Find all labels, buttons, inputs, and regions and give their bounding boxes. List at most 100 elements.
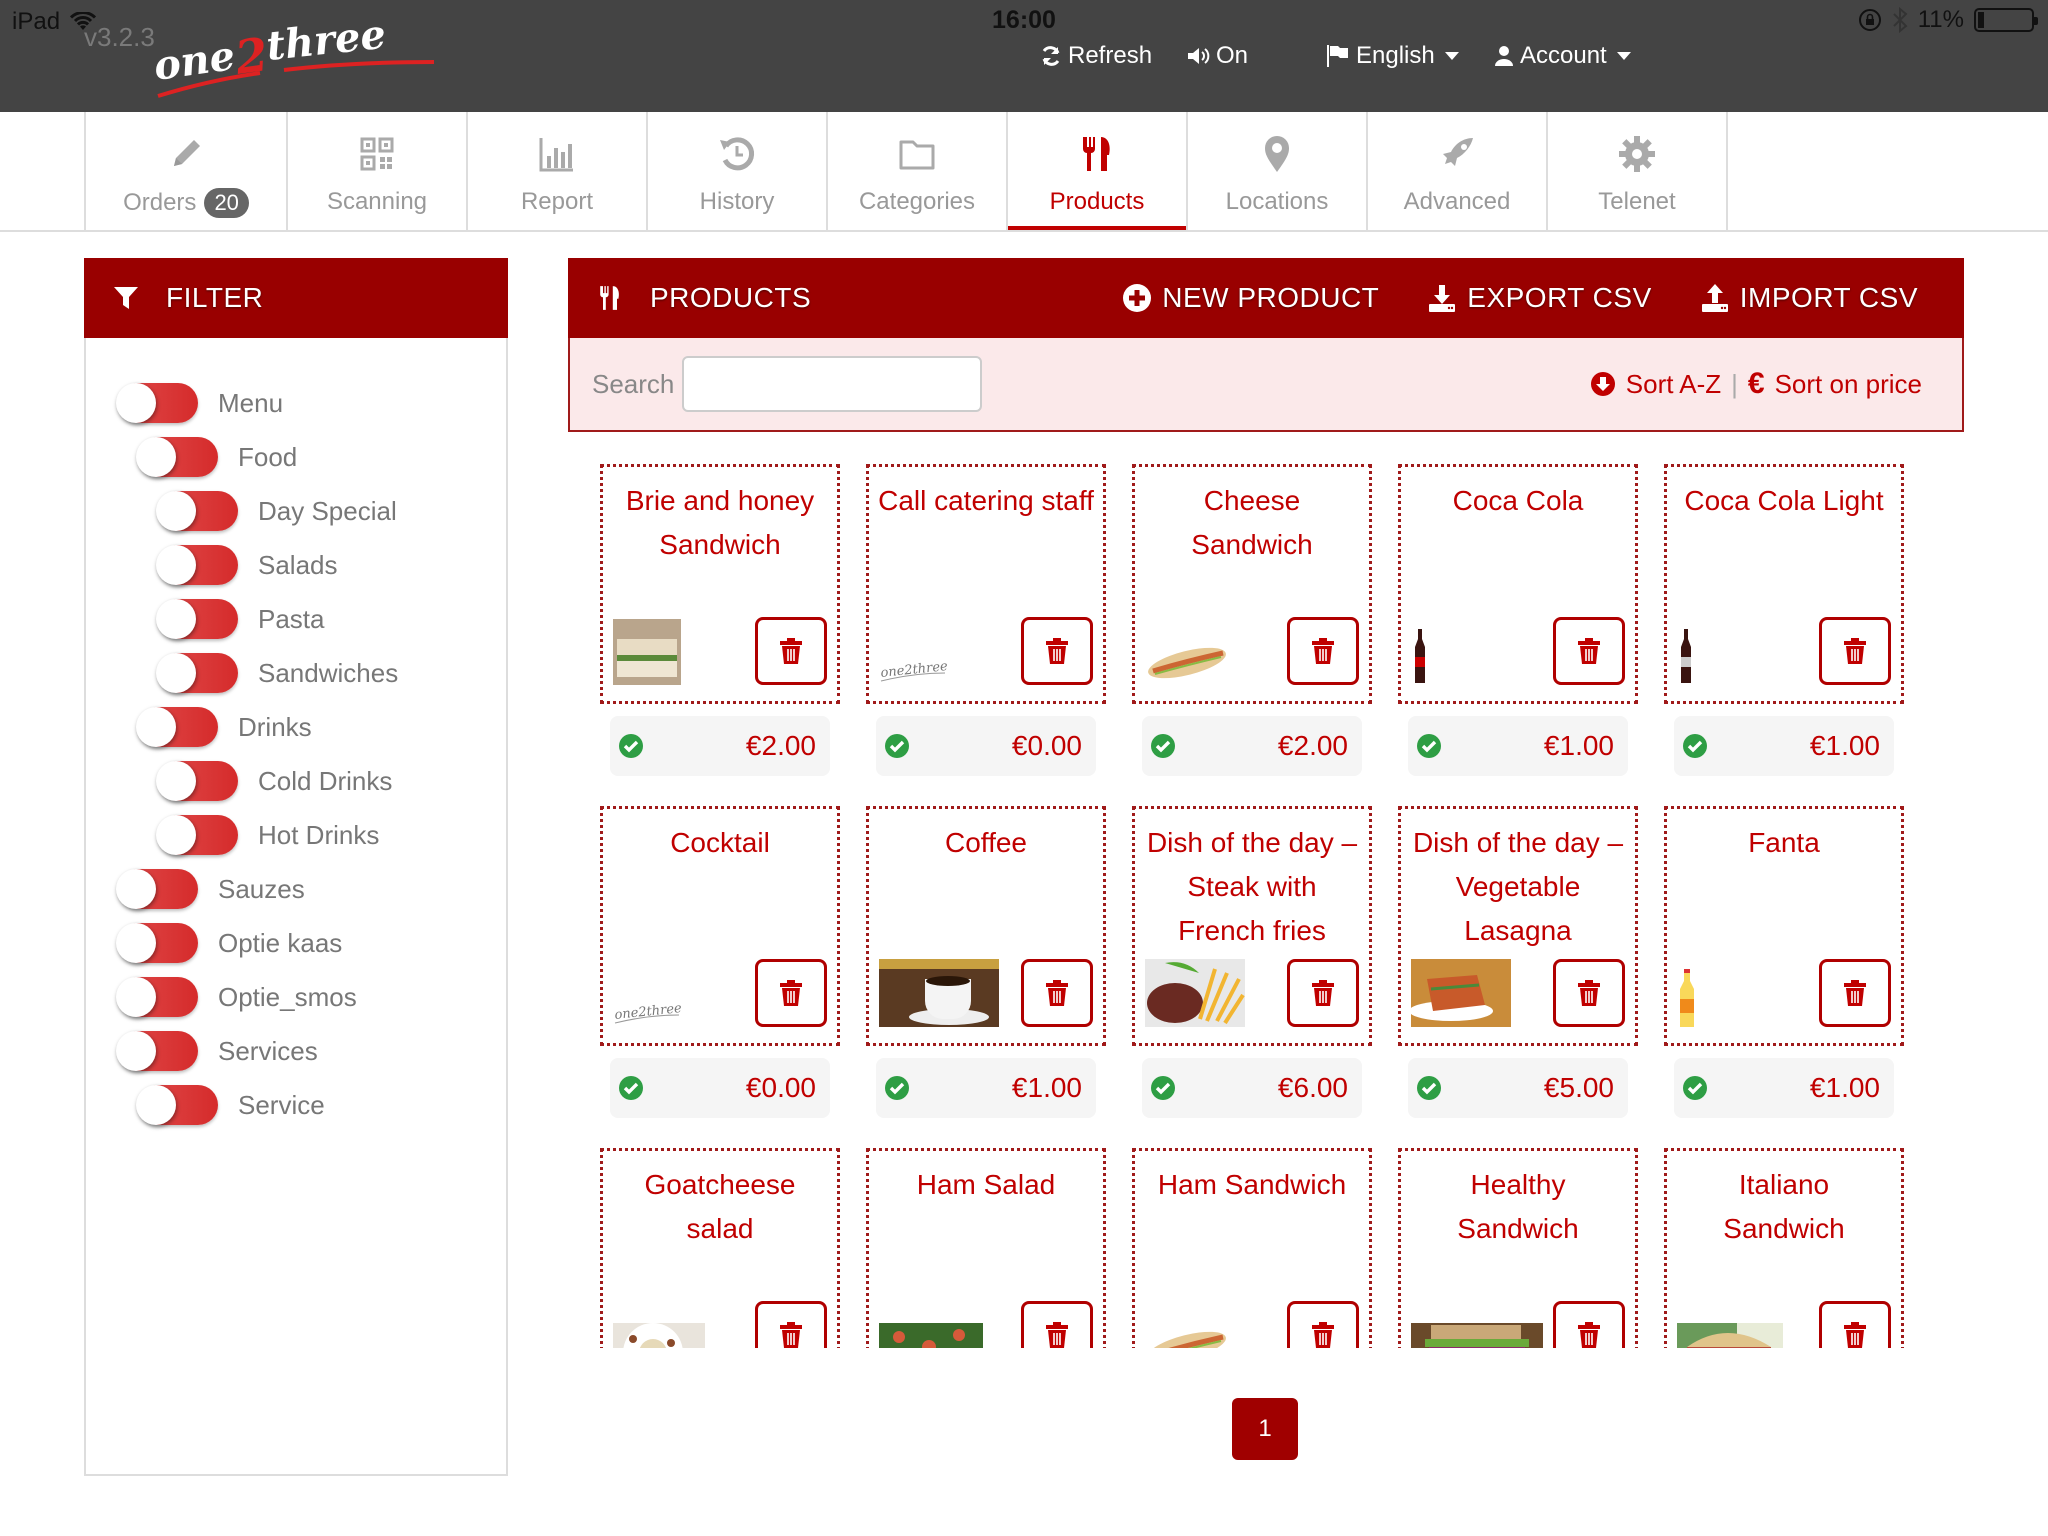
tab-report[interactable]: Report [468,112,648,230]
upload-icon [1701,284,1728,312]
tab-categories[interactable]: Categories [828,112,1008,230]
filter-toggle[interactable] [116,923,198,963]
product-card[interactable]: Ham Salad [866,1148,1106,1348]
tab-products[interactable]: Products [1008,112,1188,232]
product-card[interactable]: Coca Cola [1398,464,1638,704]
filter-item-label: Pasta [258,603,325,634]
delete-product-button[interactable] [1021,1301,1093,1348]
filter-toggle[interactable] [116,977,198,1017]
filter-toggle[interactable] [116,869,198,909]
product-card[interactable]: Cocktail one2three [600,806,840,1046]
check-circle-icon [885,1076,909,1100]
rotation-lock-icon [1858,9,1881,31]
trash-icon [1312,638,1334,664]
delete-product-button[interactable] [1553,617,1625,685]
tab-telenet[interactable]: Telenet [1548,112,1728,230]
language-dropdown[interactable]: English [1326,42,1459,70]
filter-toggle[interactable] [116,383,198,423]
delete-product-button[interactable] [1021,617,1093,685]
delete-product-button[interactable] [1287,1301,1359,1348]
product-name: Cocktail [670,827,770,858]
delete-product-button[interactable] [755,1301,827,1348]
product-card[interactable]: Fanta [1664,806,1904,1046]
sort-az-link[interactable]: Sort A-Z [1626,369,1721,400]
products-header: PRODUCTS NEW PRODUCT EXPORT CSV IMPORT C… [568,258,1964,338]
product-card[interactable]: Dish of the day – Steak with French frie… [1132,806,1372,1046]
delete-product-button[interactable] [1287,617,1359,685]
filter-item: Day Special [86,484,506,538]
filter-item: Menu [86,376,506,430]
product-card[interactable]: Ham Sandwich [1132,1148,1372,1348]
refresh-button[interactable]: Refresh [1040,42,1152,70]
product-price: €1.00 [1011,1072,1082,1103]
sort-price-link[interactable]: Sort on price [1775,369,1922,400]
filter-header: FILTER [84,258,508,338]
trash-icon [780,980,802,1006]
account-dropdown[interactable]: Account [1494,42,1631,70]
products-actions: NEW PRODUCT EXPORT CSV IMPORT CSV [1122,282,1964,314]
filter-toggle[interactable] [156,599,238,639]
tab-label: History [699,188,775,215]
filter-toggle[interactable] [156,653,238,693]
delete-product-button[interactable] [1819,617,1891,685]
check-circle-icon [1417,1076,1441,1100]
product-card[interactable]: Call catering staff one2three [866,464,1106,704]
tab-history[interactable]: History [648,112,828,230]
product-card[interactable]: Coca Cola Light [1664,464,1904,704]
delete-product-button[interactable] [1553,959,1625,1027]
filter-toggle[interactable] [136,1085,218,1125]
filter-toggle[interactable] [156,761,238,801]
product-price: €1.00 [1809,730,1880,761]
battery-icon [1974,8,2038,32]
delete-product-button[interactable] [1287,959,1359,1027]
product-item: Dish of the day – Steak with French frie… [1132,806,1372,1148]
filter-item: Food [86,430,506,484]
product-card[interactable]: Italiano Sandwich [1664,1148,1904,1348]
tab-scanning[interactable]: Scanning [288,112,468,230]
product-name: Coffee [945,827,1027,858]
product-price-row: €1.00 [876,1058,1096,1118]
product-card[interactable]: Brie and honey Sandwich [600,464,840,704]
export-csv-button[interactable]: EXPORT CSV [1427,282,1651,314]
filter-item: Services [86,1024,506,1078]
product-price: €0.00 [1011,730,1082,761]
filter-toggle[interactable] [136,707,218,747]
product-card[interactable]: Coffee [866,806,1106,1046]
trash-icon [1046,980,1068,1006]
tab-label: Telenet [1598,188,1676,215]
product-card[interactable]: Dish of the day – Vegetable Lasagna [1398,806,1638,1046]
delete-product-button[interactable] [1819,1301,1891,1348]
trash-icon [1844,1322,1866,1348]
history-icon [720,137,755,171]
trash-icon [780,1322,802,1348]
delete-product-button[interactable] [755,617,827,685]
product-item: Fanta €1.00 [1664,806,1904,1148]
filter-toggle[interactable] [156,545,238,585]
product-item: Coca Cola Light €1.00 [1664,464,1904,806]
filter-item: Sandwiches [86,646,506,700]
filter-toggle[interactable] [136,437,218,477]
search-input[interactable] [682,356,983,412]
tab-orders[interactable]: Orders 20 [84,112,288,230]
filter-toggle[interactable] [156,491,238,531]
tab-locations[interactable]: Locations [1188,112,1368,230]
tab-advanced[interactable]: Advanced [1368,112,1548,230]
delete-product-button[interactable] [1021,959,1093,1027]
pagination-page-1[interactable]: 1 [1232,1398,1298,1460]
status-bar-right: 11% [1858,6,2038,34]
delete-product-button[interactable] [755,959,827,1027]
product-item: Italiano Sandwich [1664,1148,1904,1348]
product-card[interactable]: Healthy Sandwich [1398,1148,1638,1348]
delete-product-button[interactable] [1819,959,1891,1027]
trash-icon [1578,1322,1600,1348]
product-name: Call catering staff [878,485,1094,516]
filter-toggle[interactable] [156,815,238,855]
import-csv-button[interactable]: IMPORT CSV [1700,282,1918,314]
product-card[interactable]: Cheese Sandwich [1132,464,1372,704]
new-product-button[interactable]: NEW PRODUCT [1122,282,1379,314]
sound-toggle[interactable]: On [1186,42,1248,70]
delete-product-button[interactable] [1553,1301,1625,1348]
filter-item: Service [86,1078,506,1132]
product-card[interactable]: Goatcheese salad [600,1148,840,1348]
filter-toggle[interactable] [116,1031,198,1071]
